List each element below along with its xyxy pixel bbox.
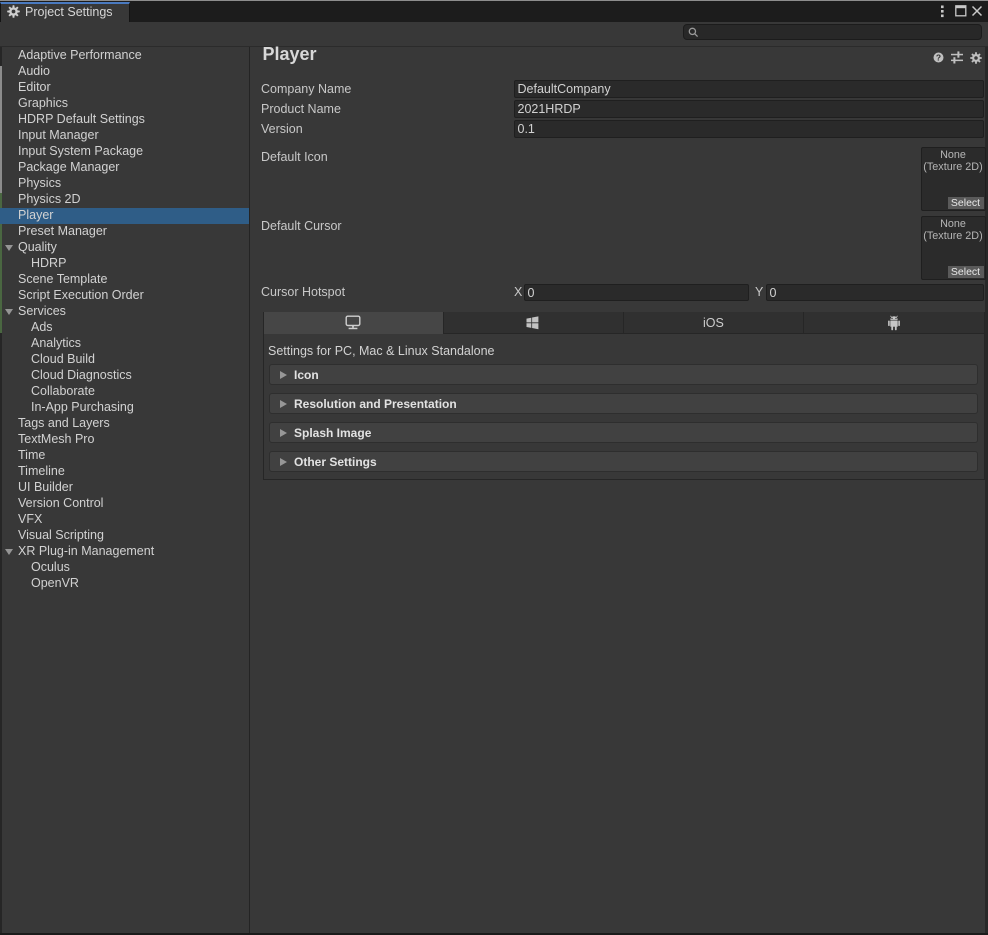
svg-text:?: ? (936, 52, 941, 62)
